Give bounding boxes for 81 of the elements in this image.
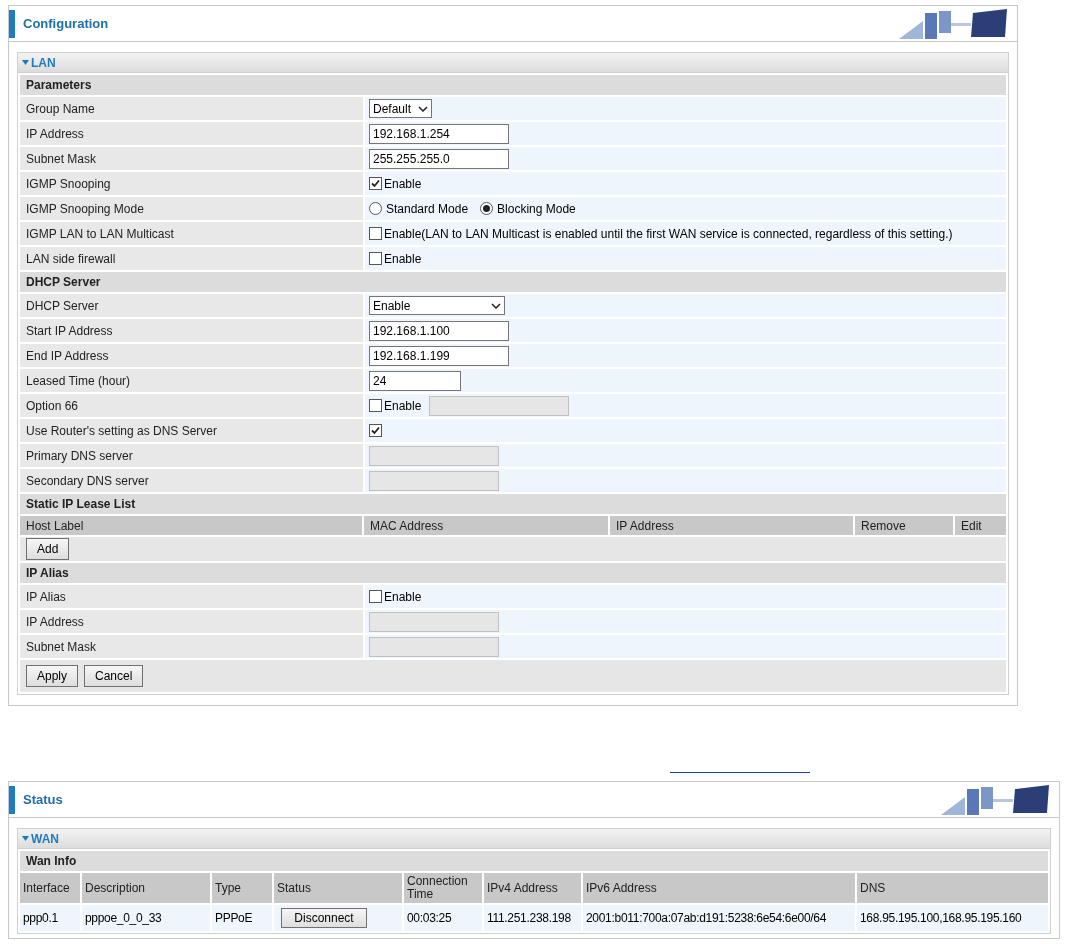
- field-label: Primary DNS server: [20, 444, 363, 467]
- table-cell-text: pppoe_0_0_33: [85, 910, 162, 927]
- field-label: Start IP Address: [20, 319, 363, 342]
- radio-label: Blocking Mode: [497, 200, 576, 218]
- section-heading: Static IP Lease List: [20, 494, 1006, 514]
- page-title: Configuration: [23, 14, 109, 33]
- column-header: IPv4 Address: [484, 873, 581, 903]
- column-header: DNS: [857, 873, 1048, 903]
- column-header: Interface: [20, 873, 80, 903]
- field-label: Secondary DNS server: [20, 469, 363, 492]
- field-label: IP Alias: [20, 585, 363, 608]
- checkbox[interactable]: [369, 177, 382, 190]
- field-label: Option 66: [20, 394, 363, 417]
- radio-label: Standard Mode: [386, 200, 469, 218]
- section-heading: IP Alias: [20, 563, 1006, 583]
- column-header: Remove: [855, 516, 953, 535]
- field-label: LAN side firewall: [20, 247, 363, 270]
- table-cell-text: PPPoE: [215, 910, 253, 927]
- chevron-down-icon: [491, 302, 501, 309]
- field-label: DHCP Server: [20, 294, 363, 317]
- table-cell-text: 00:03:25: [407, 910, 452, 927]
- field-label: IGMP Snooping Mode: [20, 197, 363, 220]
- field-label: Group Name: [20, 97, 363, 120]
- field-label: Leased Time (hour): [20, 369, 363, 392]
- column-header: Connection Time: [404, 873, 482, 903]
- header-accent-bar: [9, 785, 15, 814]
- text-input-field[interactable]: 24: [369, 370, 461, 391]
- column-header: Status: [274, 873, 402, 903]
- checkbox-label: Enable: [384, 250, 422, 268]
- panel-title: LAN: [31, 54, 56, 72]
- header-accent-bar: [9, 9, 15, 38]
- column-header: Host Label: [20, 516, 362, 535]
- field-label: End IP Address: [20, 344, 363, 367]
- field-label: IGMP Snooping: [20, 172, 363, 195]
- checkbox[interactable]: [369, 227, 382, 240]
- checkbox[interactable]: [369, 399, 382, 412]
- checkbox-label: Enable: [384, 175, 422, 193]
- text-input-field[interactable]: 255.255.255.0: [369, 148, 509, 169]
- radio-button[interactable]: [480, 202, 494, 215]
- table-cell-text: 2001:b011:700a:07ab:d191:5238:6e54:6e00/64: [586, 910, 827, 927]
- checkbox[interactable]: [369, 424, 382, 437]
- checkbox-label: Enable: [384, 588, 422, 606]
- chevron-down-icon: [418, 105, 428, 112]
- table-cell-text: ppp0.1: [23, 910, 58, 927]
- column-header: Edit: [955, 516, 1006, 535]
- dropdown-select[interactable]: Default: [369, 99, 432, 118]
- column-header: IP Address: [610, 516, 853, 535]
- field-label: Subnet Mask: [20, 635, 363, 658]
- panel-title-bar[interactable]: LAN: [18, 53, 1008, 73]
- checkbox[interactable]: [369, 590, 382, 603]
- field-label: IP Address: [20, 122, 363, 145]
- checkbox-label: Enable: [384, 397, 422, 415]
- field-label: IP Address: [20, 610, 363, 633]
- radio-button[interactable]: [369, 202, 382, 215]
- action-button[interactable]: Cancel: [84, 665, 144, 687]
- disconnect-button[interactable]: Disconnect: [281, 908, 367, 928]
- checkbox-label: Enable(LAN to LAN Multicast is enabled until the first WAN service is connected, regardless of this setting.): [384, 225, 953, 243]
- column-header: Type: [212, 873, 272, 903]
- section-heading: Parameters: [20, 75, 1006, 95]
- table-cell-text: 168.95.195.100,168.95.195.160: [860, 910, 1022, 927]
- panel-title-bar[interactable]: WAN: [18, 829, 1050, 849]
- field-label: Use Router's setting as DNS Server: [20, 419, 363, 442]
- column-header: Description: [82, 873, 210, 903]
- column-header: IPv6 Address: [583, 873, 855, 903]
- section-heading: Wan Info: [20, 851, 1048, 871]
- collapse-triangle-icon[interactable]: [22, 59, 29, 66]
- action-button[interactable]: Add: [26, 538, 70, 560]
- text-input-field[interactable]: 192.168.1.199: [369, 345, 509, 366]
- text-input-field[interactable]: 192.168.1.254: [369, 123, 509, 144]
- collapse-triangle-icon[interactable]: [22, 835, 29, 842]
- checkbox[interactable]: [369, 252, 382, 265]
- dropdown-select[interactable]: Enable: [369, 296, 505, 315]
- table-cell-text: 111.251.238.198: [487, 910, 571, 927]
- action-button[interactable]: Apply: [26, 665, 79, 687]
- field-label: Subnet Mask: [20, 147, 363, 170]
- page-title: Status: [23, 790, 63, 809]
- section-heading: DHCP Server: [20, 272, 1006, 292]
- text-input-field[interactable]: 192.168.1.100: [369, 320, 509, 341]
- field-label: IGMP LAN to LAN Multicast: [20, 222, 363, 245]
- panel-title: WAN: [31, 830, 59, 848]
- column-header: MAC Address: [364, 516, 608, 535]
